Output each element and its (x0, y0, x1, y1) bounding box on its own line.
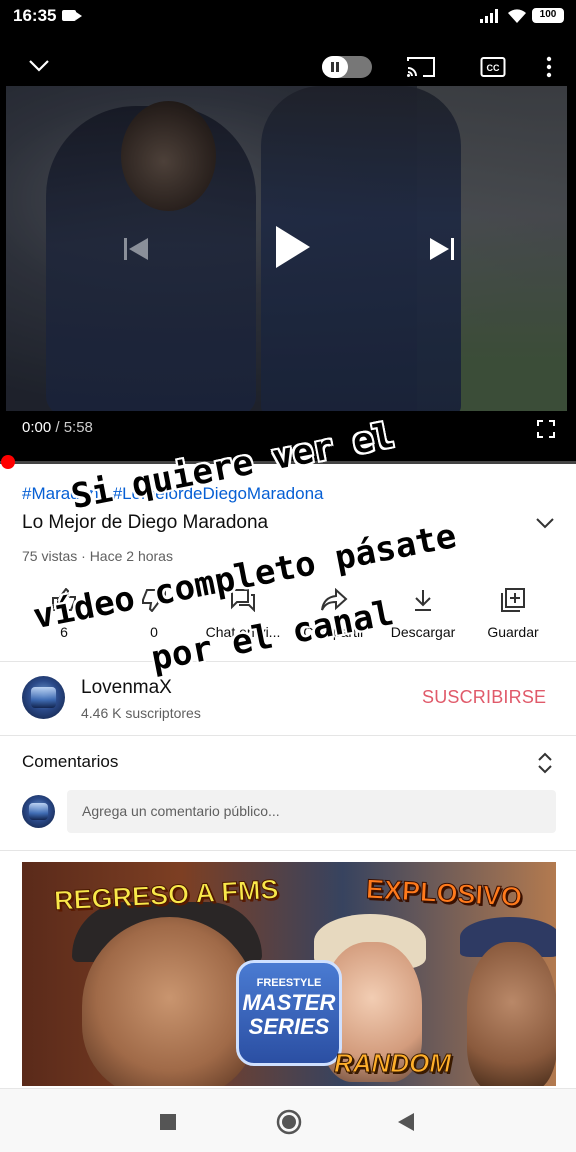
expand-description-icon[interactable] (535, 516, 555, 530)
thumbnail-text-right: EXPLOSIVO (365, 873, 523, 913)
dislike-count: 0 (150, 624, 158, 640)
back-icon[interactable] (398, 1113, 414, 1131)
cast-icon[interactable] (406, 56, 436, 78)
system-nav-bar (0, 1088, 576, 1152)
recents-icon[interactable] (160, 1114, 176, 1130)
play-icon[interactable] (274, 224, 312, 270)
divider (0, 850, 576, 851)
progress-scrubber[interactable] (1, 455, 15, 469)
chat-icon (231, 589, 255, 612)
download-label: Descargar (390, 624, 456, 640)
video-player[interactable]: CC 0:00 / 5:58 (0, 34, 576, 469)
subscribe-button[interactable]: SUSCRIBIRSE (422, 687, 546, 708)
download-icon (415, 590, 431, 611)
share-button[interactable]: Compartir (284, 584, 384, 640)
video-recording-icon (62, 10, 82, 21)
fms-logo: FREESTYLE MASTER SERIES (236, 960, 342, 1066)
time-display: 0:00 / 5:58 (22, 419, 93, 436)
like-button[interactable]: 6 (14, 584, 114, 640)
expand-comments-icon[interactable] (536, 752, 554, 774)
divider (0, 735, 576, 736)
subscriber-count: 4.46 K suscriptores (81, 705, 201, 721)
status-time: 16:35 (13, 6, 57, 25)
add-to-playlist-icon (501, 588, 525, 612)
autoplay-toggle[interactable] (322, 56, 372, 78)
like-count: 6 (60, 624, 68, 640)
save-button[interactable]: Guardar (463, 584, 563, 640)
save-label: Guardar (487, 624, 539, 640)
signal-icon (480, 9, 500, 23)
thumbnail-text-left: REGRESO A FMS (53, 874, 280, 917)
next-icon[interactable] (428, 236, 456, 262)
battery-icon: 100 (532, 8, 564, 23)
comment-input[interactable]: Agrega un comentario público... (67, 790, 556, 833)
chat-label: Chat en vi... (205, 624, 281, 640)
divider (0, 661, 576, 662)
more-vert-icon[interactable] (545, 56, 553, 78)
status-bar: 16:35 100 (0, 0, 576, 34)
comments-heading[interactable]: Comentarios (22, 752, 118, 772)
user-avatar (22, 795, 55, 828)
svg-text:CC: CC (487, 63, 500, 73)
autoplay-toggle-icon (322, 56, 348, 78)
video-meta: 75 vistas · Hace 2 horas (22, 548, 173, 564)
share-label: Compartir (303, 624, 365, 640)
thumbnail-text-bottom: RANDOM (334, 1048, 452, 1079)
fullscreen-icon[interactable] (536, 419, 556, 439)
dislike-button[interactable]: 0 (104, 584, 204, 640)
home-icon[interactable] (276, 1109, 302, 1135)
thumbs-up-icon (52, 588, 76, 611)
chat-button[interactable]: Chat en vi... (193, 584, 293, 640)
duration: / 5:58 (51, 419, 93, 436)
progress-bar[interactable] (0, 461, 576, 464)
current-time: 0:00 (22, 419, 52, 436)
wifi-icon (508, 9, 526, 23)
chevron-down-icon[interactable] (28, 59, 50, 73)
captions-icon[interactable]: CC (480, 56, 506, 78)
video-hashtags[interactable]: #Maradona #LomeiordeDiegoMaradona (22, 484, 323, 504)
video-title: Lo Mejor de Diego Maradona (22, 512, 269, 533)
comment-placeholder: Agrega un comentario público... (82, 803, 280, 819)
channel-avatar[interactable] (22, 676, 65, 719)
download-button[interactable]: Descargar (373, 584, 473, 640)
previous-icon[interactable] (122, 236, 150, 262)
recommended-video-thumbnail[interactable]: REGRESO A FMS EXPLOSIVO FREESTYLE MASTER… (22, 862, 556, 1086)
thumbs-down-icon (142, 589, 166, 612)
channel-name[interactable]: LovenmaX (81, 677, 172, 699)
video-actions: 6 0 Chat en vi... Compartir Descargar Gu… (0, 584, 576, 646)
share-icon (321, 588, 348, 611)
